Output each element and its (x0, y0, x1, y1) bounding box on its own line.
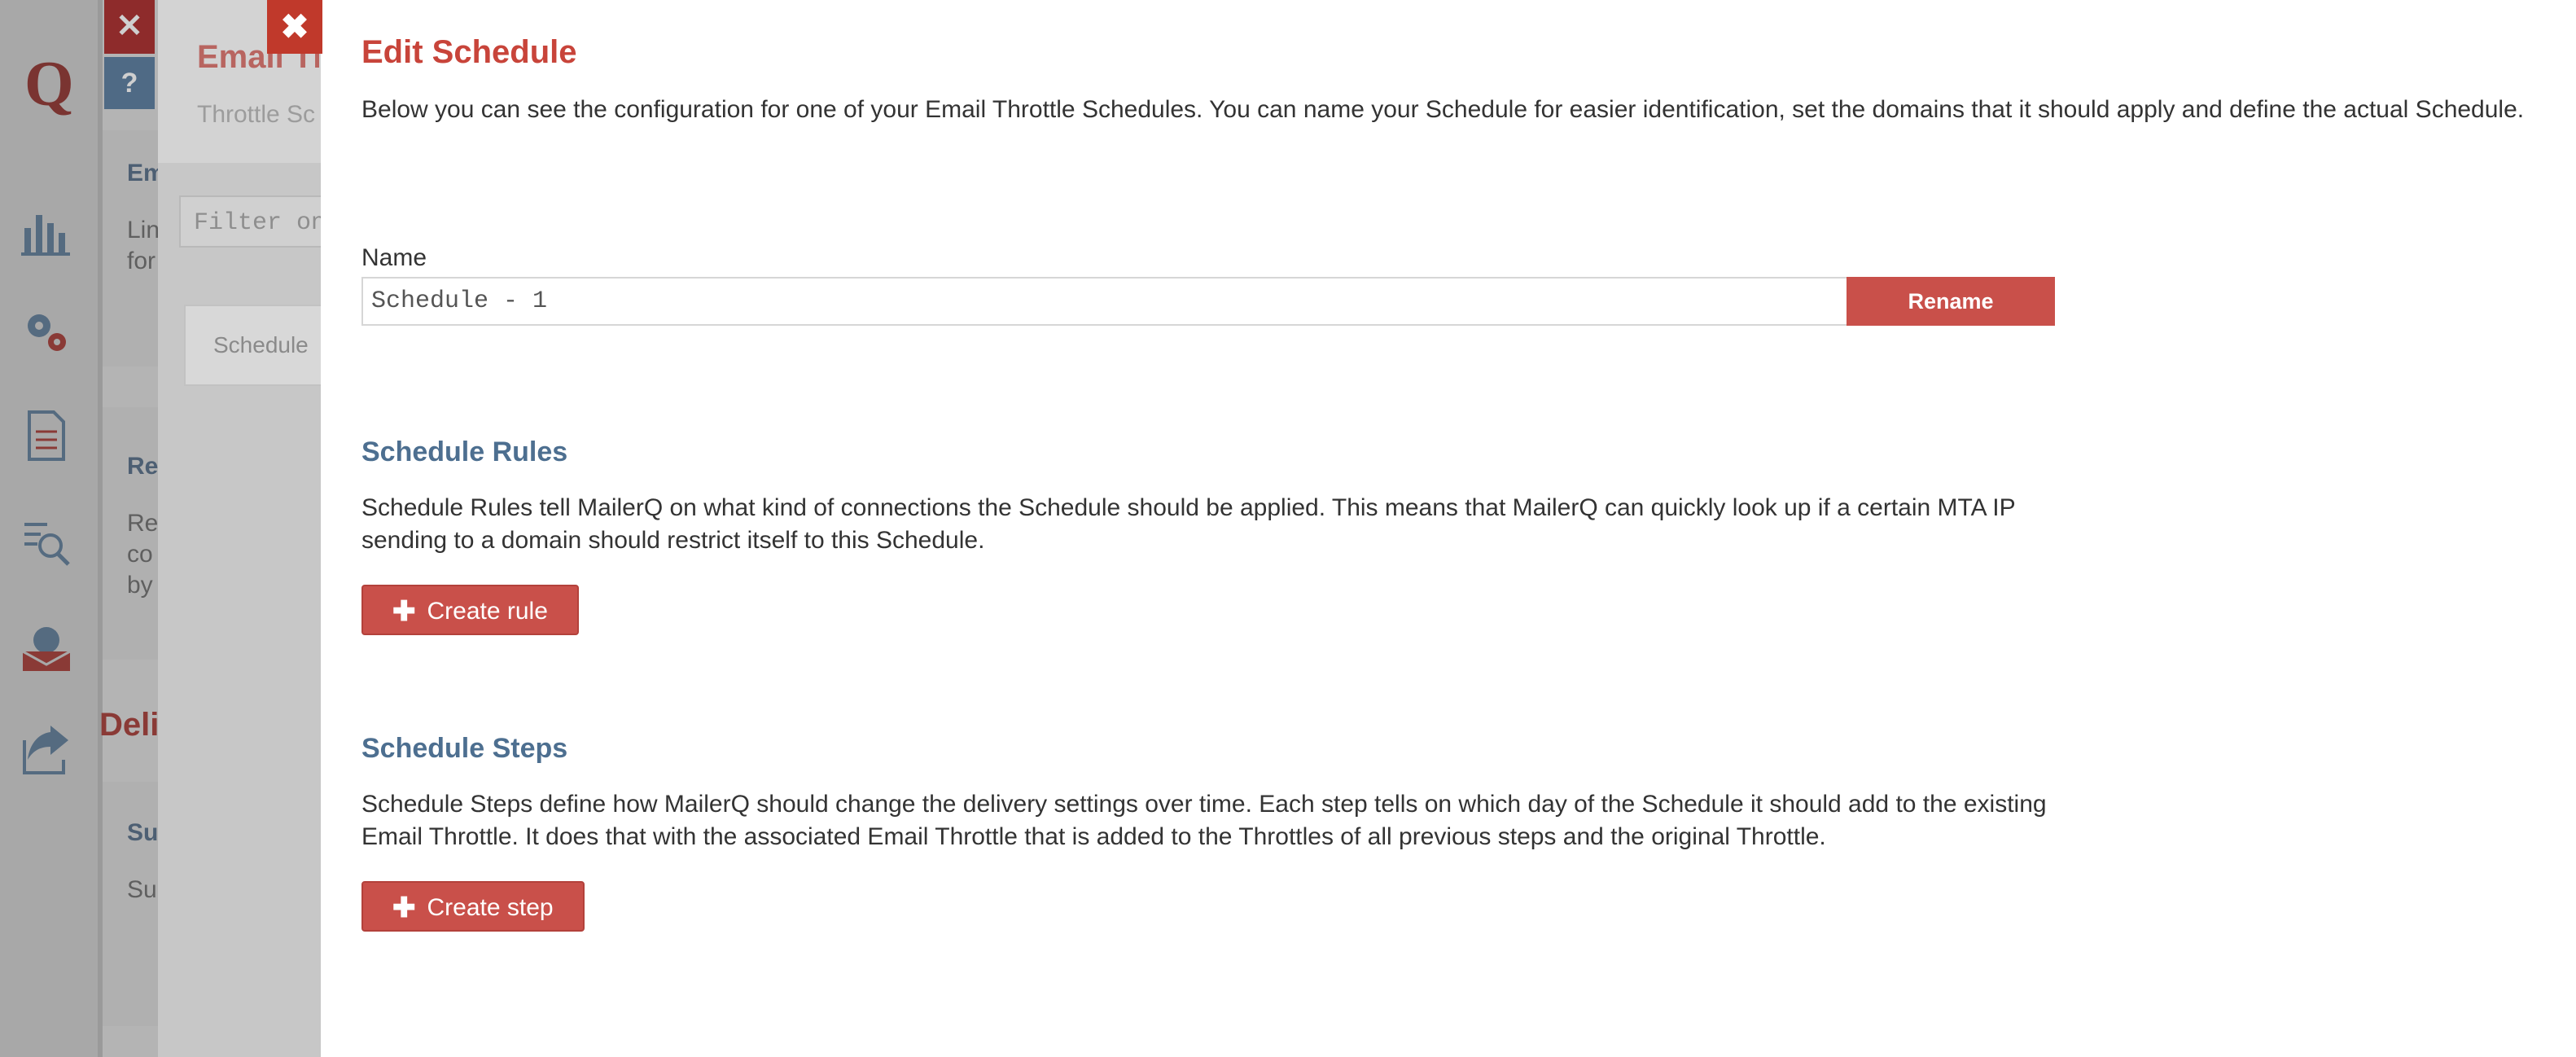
create-step-button[interactable]: ✚ Create step (361, 881, 585, 932)
search-log-icon[interactable] (18, 513, 75, 570)
plus-icon: ✚ (392, 893, 416, 923)
rename-button[interactable]: Rename (1847, 277, 2055, 326)
background-filter-input[interactable]: Filter on (179, 195, 326, 248)
background-panel-2-subtitle: Throttle Sc (197, 101, 316, 128)
background-card-2-text: by (127, 572, 153, 599)
background-card-3 (103, 782, 163, 1026)
background-schedule-item[interactable]: Schedule (184, 305, 331, 386)
create-step-label: Create step (427, 894, 554, 921)
background-card-3-text: Su (127, 819, 159, 846)
background-close-icon[interactable]: ✕ (104, 0, 155, 54)
background-card-2-text: Re (127, 510, 159, 537)
background-card-2-title: Re (127, 453, 159, 480)
create-rule-button[interactable]: ✚ Create rule (361, 585, 579, 635)
background-section-title: Deli (99, 707, 160, 743)
name-field-group: Rename (361, 277, 2055, 326)
schedule-rules-title: Schedule Rules (361, 436, 568, 467)
statistics-icon[interactable] (18, 204, 75, 261)
schedule-rules-description: Schedule Rules tell MailerQ on what kind… (361, 494, 2016, 554)
create-rule-label: Create rule (427, 598, 548, 625)
schedule-steps-description: Schedule Steps define how MailerQ should… (361, 791, 2047, 850)
background-card-2-text: co (127, 541, 153, 568)
close-modal-icon[interactable]: ✖ (267, 0, 322, 54)
background-help-icon[interactable]: ? (104, 57, 155, 109)
name-label: Name (361, 244, 427, 271)
schedule-steps-title: Schedule Steps (361, 733, 568, 764)
app-logo: Q (24, 48, 74, 119)
background-card-3-text: Su (127, 876, 157, 903)
background-card-1-text: Lin (127, 217, 160, 243)
settings-gears-icon[interactable] (18, 301, 75, 358)
export-share-icon[interactable] (18, 721, 75, 778)
page-description: Below you can see the configuration for … (361, 96, 2525, 123)
app-sidebar: Q (0, 0, 98, 1057)
mailbox-icon[interactable] (18, 619, 75, 676)
schedule-name-input[interactable] (361, 277, 1847, 326)
background-card-1-text: for (127, 248, 156, 274)
document-icon[interactable] (18, 407, 75, 464)
plus-icon: ✚ (392, 596, 416, 627)
page-title: Edit Schedule (361, 34, 577, 70)
background-card-1-title: Em (127, 160, 160, 186)
